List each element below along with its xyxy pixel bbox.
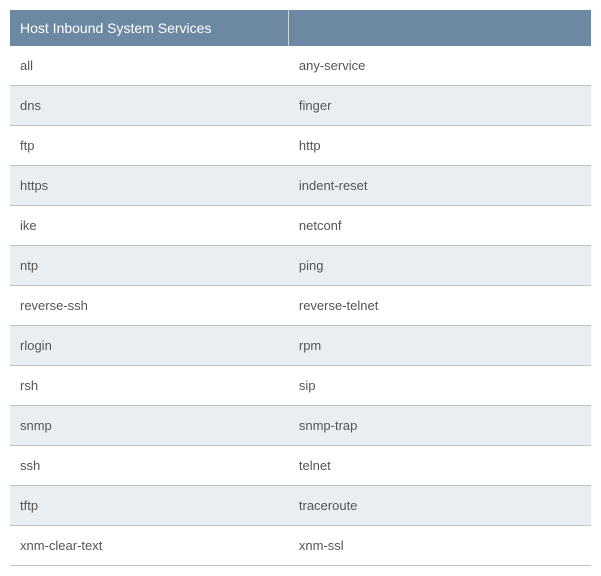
table-row: xnm-clear-textxnm-ssl [10, 526, 591, 566]
table-row: sshtelnet [10, 446, 591, 486]
cell-left: https [10, 166, 289, 206]
cell-right: any-service [289, 46, 591, 86]
table-row: httpsindent-reset [10, 166, 591, 206]
table-row: dnsfinger [10, 86, 591, 126]
cell-right: indent-reset [289, 166, 591, 206]
header-col1: Host Inbound System Services [10, 10, 289, 46]
cell-right: netconf [289, 206, 591, 246]
cell-left: rlogin [10, 326, 289, 366]
header-col2 [289, 10, 591, 46]
services-table: Host Inbound System Services allany-serv… [10, 10, 591, 566]
cell-right: xnm-ssl [289, 526, 591, 566]
table-row: ikenetconf [10, 206, 591, 246]
cell-left: dns [10, 86, 289, 126]
cell-right: telnet [289, 446, 591, 486]
cell-left: ssh [10, 446, 289, 486]
cell-right: snmp-trap [289, 406, 591, 446]
cell-left: all [10, 46, 289, 86]
cell-left: ftp [10, 126, 289, 166]
cell-left: rsh [10, 366, 289, 406]
cell-right: reverse-telnet [289, 286, 591, 326]
table-header-row: Host Inbound System Services [10, 10, 591, 46]
cell-right: http [289, 126, 591, 166]
cell-left: ntp [10, 246, 289, 286]
table-row: allany-service [10, 46, 591, 86]
cell-right: finger [289, 86, 591, 126]
table-row: ftphttp [10, 126, 591, 166]
table-row: tftptraceroute [10, 486, 591, 526]
cell-right: rpm [289, 326, 591, 366]
cell-left: snmp [10, 406, 289, 446]
cell-left: ike [10, 206, 289, 246]
table-row: rshsip [10, 366, 591, 406]
table-body: allany-service dnsfinger ftphttp httpsin… [10, 46, 591, 566]
table-row: reverse-sshreverse-telnet [10, 286, 591, 326]
table-row: rloginrpm [10, 326, 591, 366]
table-row: snmpsnmp-trap [10, 406, 591, 446]
table-row: ntpping [10, 246, 591, 286]
cell-right: traceroute [289, 486, 591, 526]
cell-right: ping [289, 246, 591, 286]
cell-left: reverse-ssh [10, 286, 289, 326]
cell-right: sip [289, 366, 591, 406]
cell-left: xnm-clear-text [10, 526, 289, 566]
cell-left: tftp [10, 486, 289, 526]
